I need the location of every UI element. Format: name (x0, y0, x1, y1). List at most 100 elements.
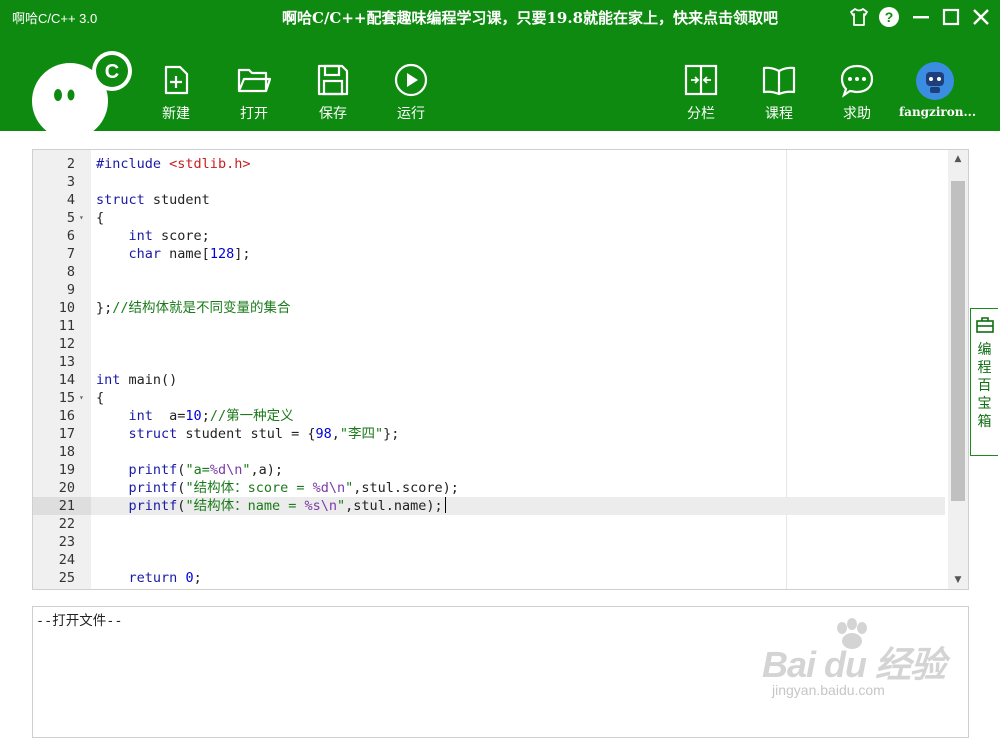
output-panel[interactable]: --打开文件-- (32, 606, 969, 738)
course-label: 课程 (765, 106, 793, 122)
scrollbar-thumb[interactable] (951, 181, 965, 501)
line-number: 20 (58, 480, 75, 496)
close-icon[interactable] (968, 4, 994, 30)
scroll-up-arrow-icon[interactable]: ▲ (948, 150, 968, 168)
code-line[interactable]: 9 (33, 281, 945, 299)
line-number: 9 (66, 282, 75, 298)
maximize-icon[interactable] (938, 4, 964, 30)
code-line[interactable]: 4 struct student (33, 191, 945, 209)
line-number: 19 (58, 462, 75, 478)
line-number: 21 (33, 497, 91, 515)
code-line[interactable]: 17 struct student stul = {98,"李四"}; (33, 425, 945, 443)
toolbox-icon (975, 317, 994, 333)
course-button[interactable]: 课程 (749, 62, 809, 123)
code-line[interactable]: 16 int a=10;//第一种定义 (33, 407, 945, 425)
line-number: 15 (58, 390, 75, 406)
play-icon (394, 63, 428, 97)
book-icon (762, 66, 796, 96)
code-line[interactable]: 22 (33, 515, 945, 533)
line-number: 17 (58, 426, 75, 442)
help-request-label: 求助 (843, 106, 871, 122)
code-line[interactable]: 21 printf("结构体：name = %s\n",stul.name); (33, 497, 945, 515)
split-view-button[interactable]: 分栏 (671, 62, 731, 123)
code-text: int a=10;//第一种定义 (128, 408, 294, 424)
folder-open-icon (237, 68, 272, 93)
code-line[interactable]: 25 return 0; (33, 569, 945, 587)
line-number: 5 (66, 210, 75, 226)
aha-logo: C (32, 51, 132, 133)
run-label: 运行 (397, 106, 425, 122)
skin-icon[interactable] (846, 4, 872, 30)
user-profile-button[interactable]: fangziron... (899, 62, 977, 119)
user-name: fangziron... (899, 105, 977, 119)
line-number: 16 (58, 408, 75, 424)
line-number: 3 (66, 174, 75, 190)
programming-toolbox-label: 编程百宝箱 (977, 342, 992, 430)
line-number: 13 (58, 354, 75, 370)
code-line[interactable]: 18 (33, 443, 945, 461)
vertical-scrollbar[interactable]: ▲ ▼ (948, 150, 968, 589)
code-text: struct student (96, 192, 210, 208)
scroll-down-arrow-icon[interactable]: ▼ (948, 571, 968, 589)
code-text: };//结构体就是不同变量的集合 (96, 300, 291, 316)
help-request-button[interactable]: 求助 (827, 62, 887, 123)
app-title: 啊哈C/C++ 3.0 (12, 11, 98, 26)
code-line[interactable]: 3 (33, 173, 945, 191)
save-button[interactable]: 保存 (303, 62, 363, 123)
new-file-button[interactable]: 新建 (146, 62, 206, 123)
code-line[interactable]: 7 char name[128]; (33, 245, 945, 263)
code-editor[interactable]: 2 #include <stdlib.h> 3 4 struct student 5 ▾{6… (32, 149, 969, 590)
line-number: 8 (66, 264, 75, 280)
code-line[interactable]: 10 };//结构体就是不同变量的集合 (33, 299, 945, 317)
code-line[interactable]: 2 #include <stdlib.h> (33, 155, 945, 173)
output-text: --打开文件-- (36, 613, 123, 629)
line-number: 7 (66, 246, 75, 262)
line-number: 6 (66, 228, 75, 244)
code-text: { (96, 390, 105, 406)
toolbar-band: 啊哈C/C++ 3.0 啊哈C/C++配套趣味编程学习课，只要19.8就能在家上… (0, 0, 1000, 133)
line-number: 12 (58, 336, 75, 352)
code-text: printf("a=%d\n",a); (128, 462, 283, 478)
code-text: printf("结构体：name = %s\n",stul.name); (96, 497, 446, 515)
line-number: 10 (58, 300, 75, 316)
code-line[interactable]: 20 printf("结构体：score = %d\n",stul.score)… (33, 479, 945, 497)
fold-toggle-icon[interactable]: ▾ (79, 389, 84, 407)
code-text: { (96, 210, 105, 226)
code-line[interactable]: 12 (33, 335, 945, 353)
line-number: 22 (58, 516, 75, 532)
code-line[interactable]: 15 ▾ { (33, 389, 945, 407)
line-number: 2 (66, 156, 75, 172)
code-text: return 0; (128, 570, 202, 586)
code-line[interactable]: 19 printf("a=%d\n",a); (33, 461, 945, 479)
code-text: int score; (128, 228, 210, 244)
code-line[interactable]: 11 (33, 317, 945, 335)
code-line[interactable]: 13 (33, 353, 945, 371)
new-file-icon (164, 65, 189, 95)
run-button[interactable]: 运行 (381, 62, 441, 123)
open-file-label: 打开 (240, 106, 268, 122)
code-line[interactable]: 23 (33, 533, 945, 551)
code-line[interactable]: 6 int score; (33, 227, 945, 245)
help-icon[interactable]: ? (876, 4, 902, 30)
code-line[interactable]: 14 int main() (33, 371, 945, 389)
svg-text:?: ? (885, 9, 894, 25)
promo-banner-link[interactable]: 啊哈C/C++配套趣味编程学习课，只要19.8就能在家上，快来点击领取吧 (282, 7, 778, 28)
open-file-button[interactable]: 打开 (224, 62, 284, 123)
code-text: #include <stdlib.h> (96, 156, 251, 172)
code-text: int main() (96, 372, 178, 388)
fold-toggle-icon[interactable]: ▾ (79, 209, 84, 227)
line-number: 24 (58, 552, 75, 568)
save-label: 保存 (319, 106, 347, 122)
code-line[interactable]: 8 (33, 263, 945, 281)
split-view-icon (684, 64, 718, 96)
svg-text:C: C (105, 61, 119, 83)
code-line[interactable]: 5 ▾ { (33, 209, 945, 227)
line-number: 25 (58, 570, 75, 586)
code-line[interactable]: 24 (33, 551, 945, 569)
line-number: 23 (58, 534, 75, 550)
new-file-label: 新建 (162, 106, 190, 122)
minimize-icon[interactable] (908, 4, 934, 30)
programming-toolbox-tab[interactable]: 编程百宝箱 (970, 308, 998, 456)
save-icon (317, 64, 349, 96)
chat-bubble-icon (840, 64, 874, 98)
